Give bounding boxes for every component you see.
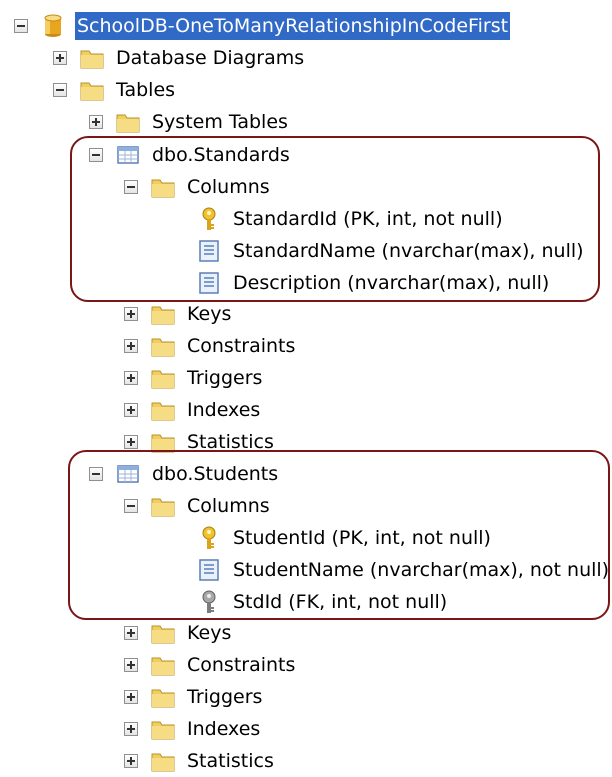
tree-node-folder[interactable]: Triggers	[124, 681, 264, 713]
folder-icon	[151, 753, 175, 772]
expand-toggle[interactable]	[53, 51, 67, 65]
node-label: Keys	[187, 622, 232, 644]
table-label: dbo.Students	[152, 463, 279, 485]
column-item[interactable]: Description (nvarchar(max), null)	[196, 267, 551, 299]
node-label: Database Diagrams	[116, 47, 305, 69]
object-explorer-tree: SchoolDB-OneToManyRelationshipInCodeFirs…	[0, 0, 612, 772]
expand-toggle[interactable]	[124, 626, 138, 640]
folder-icon	[151, 689, 175, 708]
tree-node-folder[interactable]: Triggers	[124, 362, 264, 394]
primary-key-icon	[202, 207, 216, 230]
node-label: Statistics	[187, 431, 274, 453]
tree-node-folder[interactable]: Statistics	[124, 745, 276, 777]
expand-toggle[interactable]	[124, 403, 138, 417]
column-item[interactable]: StdId (FK, int, not null)	[196, 586, 449, 618]
node-label: Triggers	[187, 686, 263, 708]
expand-toggle[interactable]	[124, 339, 138, 353]
tree-node-tables[interactable]: Tables	[53, 74, 177, 106]
column-label: StandardName (nvarchar(max), null)	[233, 240, 584, 262]
table-label: dbo.Standards	[152, 144, 290, 166]
column-item[interactable]: StandardName (nvarchar(max), null)	[196, 235, 586, 267]
tree-node-students-columns[interactable]: Columns	[124, 490, 272, 522]
expand-toggle[interactable]	[124, 658, 138, 672]
folder-icon	[151, 179, 175, 198]
database-label: SchoolDB-OneToManyRelationshipInCodeFirs…	[75, 12, 511, 40]
tree-node-table-students[interactable]: dbo.Students	[89, 458, 281, 490]
node-label: Keys	[187, 303, 232, 325]
expand-toggle[interactable]	[124, 307, 138, 321]
folder-icon	[151, 721, 175, 740]
expand-toggle[interactable]	[89, 115, 103, 129]
node-label: System Tables	[152, 111, 288, 133]
column-item[interactable]: StandardId (PK, int, not null)	[196, 203, 505, 235]
folder-icon	[151, 370, 175, 389]
collapse-toggle[interactable]	[124, 499, 138, 513]
folder-icon	[151, 498, 175, 517]
tree-node-folder[interactable]: Constraints	[124, 649, 297, 681]
node-label: Columns	[187, 176, 270, 198]
column-icon	[199, 240, 219, 262]
folder-icon	[151, 657, 175, 676]
tree-node-system-tables[interactable]: System Tables	[89, 106, 290, 138]
primary-key-icon	[202, 526, 216, 549]
folder-icon	[151, 434, 175, 453]
folder-icon	[80, 50, 104, 69]
tree-node-standards-columns[interactable]: Columns	[124, 171, 272, 203]
collapse-toggle[interactable]	[124, 180, 138, 194]
column-icon	[199, 559, 219, 581]
folder-icon	[151, 625, 175, 644]
node-label: Indexes	[187, 718, 261, 740]
node-label: Indexes	[187, 399, 261, 421]
node-label: Tables	[116, 79, 176, 101]
column-label: StudentName (nvarchar(max), not null)	[233, 559, 610, 581]
column-item[interactable]: StudentName (nvarchar(max), not null)	[196, 554, 611, 586]
table-icon	[117, 146, 139, 164]
column-icon	[199, 272, 219, 294]
column-label: Description (nvarchar(max), null)	[233, 272, 550, 294]
folder-icon	[151, 338, 175, 357]
folder-icon	[80, 82, 104, 101]
table-icon	[117, 465, 139, 483]
tree-node-folder[interactable]: Keys	[124, 298, 233, 330]
collapse-toggle[interactable]	[53, 83, 67, 97]
folder-icon	[151, 306, 175, 325]
folder-icon	[116, 114, 140, 133]
tree-node-folder[interactable]: Indexes	[124, 394, 262, 426]
node-label: Constraints	[187, 654, 296, 676]
node-label: Triggers	[187, 367, 263, 389]
tree-node-database[interactable]: SchoolDB-OneToManyRelationshipInCodeFirs…	[14, 10, 511, 42]
column-item[interactable]: StudentId (PK, int, not null)	[196, 522, 493, 554]
expand-toggle[interactable]	[124, 722, 138, 736]
tree-node-folder[interactable]: Statistics	[124, 426, 276, 458]
column-label: StdId (FK, int, not null)	[233, 591, 448, 613]
foreign-key-icon	[202, 590, 216, 613]
tree-node-folder[interactable]: Indexes	[124, 713, 262, 745]
tree-node-folder[interactable]: Constraints	[124, 330, 297, 362]
column-label: StudentId (PK, int, not null)	[233, 527, 491, 549]
expand-toggle[interactable]	[124, 371, 138, 385]
collapse-toggle[interactable]	[89, 148, 103, 162]
tree-node-table-standards[interactable]: dbo.Standards	[89, 139, 292, 171]
collapse-toggle[interactable]	[89, 467, 103, 481]
tree-node-folder[interactable]: Keys	[124, 617, 233, 649]
database-icon	[44, 14, 62, 37]
column-label: StandardId (PK, int, not null)	[233, 208, 503, 230]
tree-node-database-diagrams[interactable]: Database Diagrams	[53, 42, 306, 74]
node-label: Columns	[187, 495, 270, 517]
collapse-toggle[interactable]	[14, 19, 28, 33]
expand-toggle[interactable]	[124, 754, 138, 768]
expand-toggle[interactable]	[124, 435, 138, 449]
node-label: Constraints	[187, 335, 296, 357]
expand-toggle[interactable]	[124, 690, 138, 704]
folder-icon	[151, 402, 175, 421]
